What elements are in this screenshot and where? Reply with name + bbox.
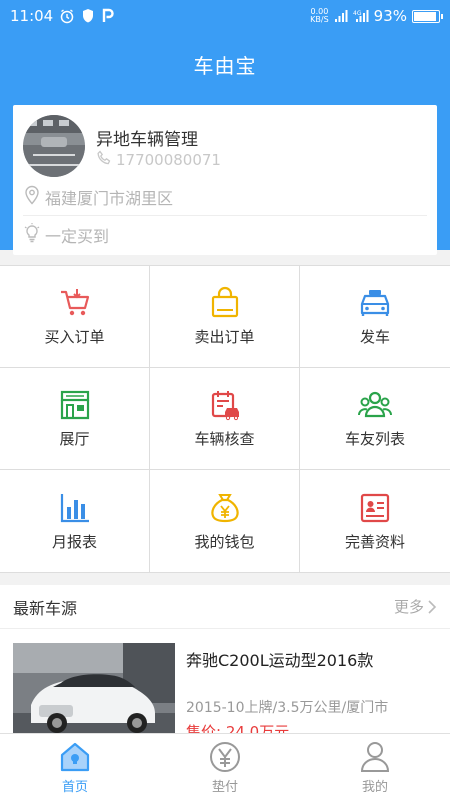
svg-text:4G: 4G xyxy=(353,10,362,17)
netspeed: 0.00 KB/S xyxy=(310,7,329,24)
bar-chart-icon xyxy=(60,493,89,522)
avatar[interactable] xyxy=(23,115,85,177)
tab-home[interactable]: 首页 xyxy=(0,734,150,800)
signal-4g-icon: 4G xyxy=(353,9,369,23)
section-title: 最新车源 xyxy=(13,598,78,618)
tab-label: 首页 xyxy=(61,779,88,795)
money-bag-icon xyxy=(210,493,239,522)
user-icon xyxy=(360,741,390,772)
people-icon xyxy=(358,391,392,418)
more-link[interactable]: 更多 xyxy=(394,596,437,617)
home-icon xyxy=(60,742,90,771)
status-time: 11:04 xyxy=(10,7,54,25)
grid-item-friends-list[interactable]: 车友列表 xyxy=(300,368,450,470)
grid-item-wallet[interactable]: 我的钱包 xyxy=(150,470,300,573)
grid-item-label: 卖出订单 xyxy=(194,328,255,346)
divider xyxy=(23,215,427,216)
grid-item-showroom[interactable]: 展厅 xyxy=(0,368,150,470)
alarm-icon xyxy=(59,8,75,24)
location-row: 福建厦门市湖里区 xyxy=(23,185,173,209)
slogan-row: 一定买到 xyxy=(23,223,109,247)
car-title: 奔驰C200L运动型2016款 xyxy=(186,651,374,670)
car-price: 售价: 24.0万元 xyxy=(186,723,290,733)
profile-card[interactable]: 异地车辆管理 17700080071 福建厦门市湖里区 一定买到 xyxy=(13,105,437,255)
phone-icon xyxy=(96,150,112,170)
car-meta: 2015-10上牌/3.5万公里/厦门市 xyxy=(186,700,389,716)
grid-item-complete-profile[interactable]: 完善资料 xyxy=(300,470,450,573)
location-pin-icon xyxy=(23,185,41,209)
slogan-text: 一定买到 xyxy=(45,227,110,246)
grid-item-buy-orders[interactable]: 买入订单 xyxy=(0,266,150,368)
signal-icon xyxy=(334,9,348,23)
storefront-icon xyxy=(60,390,89,420)
grid-item-label: 完善资料 xyxy=(344,532,405,551)
phone-number: 17700080071 xyxy=(116,151,221,169)
grid-item-label: 月报表 xyxy=(51,532,97,551)
grid-item-monthly-report[interactable]: 月报表 xyxy=(0,470,150,573)
battery-percent: 93% xyxy=(373,7,407,25)
grid-item-label: 展厅 xyxy=(59,430,90,448)
status-bar: 11:04 0.00 KB/S 4G 93% xyxy=(0,0,450,32)
grid-item-dispatch[interactable]: 发车 xyxy=(300,266,450,368)
tab-label: 垫付 xyxy=(211,779,238,795)
grid-item-vehicle-check[interactable]: 车辆核查 xyxy=(150,368,300,470)
bottom-tab-bar: 首页 垫付 我的 xyxy=(0,733,450,800)
grid-item-label: 发车 xyxy=(359,328,390,346)
car-list-item[interactable]: 奔驰C200L运动型2016款 2015-10上牌/3.5万公里/厦门市 售价:… xyxy=(0,629,450,733)
location-text: 福建厦门市湖里区 xyxy=(45,189,174,208)
battery-icon xyxy=(412,9,443,23)
yen-circle-icon xyxy=(210,741,240,772)
chevron-right-icon xyxy=(428,599,437,614)
grid-item-label: 车友列表 xyxy=(344,430,405,448)
cart-icon xyxy=(60,289,89,316)
p-app-icon xyxy=(101,8,115,24)
car-front-icon xyxy=(360,290,390,316)
lightbulb-icon xyxy=(23,223,41,247)
calendar-car-icon xyxy=(211,391,239,421)
shopping-bag-icon xyxy=(211,286,238,318)
feature-grid: 买入订单 卖出订单 发车 展厅 车辆核查 车友列表 月报表 我的钱包 完善资料 xyxy=(0,265,450,573)
grid-item-sell-orders[interactable]: 卖出订单 xyxy=(150,266,300,368)
tab-label: 我的 xyxy=(361,779,388,795)
shield-icon xyxy=(81,8,95,24)
phone-row[interactable]: 17700080071 xyxy=(96,150,221,170)
page-title: 车由宝 xyxy=(193,54,257,78)
grid-item-label: 车辆核查 xyxy=(194,430,255,448)
id-card-icon xyxy=(360,493,390,522)
latest-cars-header: 最新车源 更多 xyxy=(0,585,450,629)
more-label: 更多 xyxy=(393,598,424,616)
company-name: 异地车辆管理 xyxy=(96,130,198,150)
grid-item-label: 买入订单 xyxy=(44,328,105,346)
grid-item-label: 我的钱包 xyxy=(194,532,255,551)
tab-advance-pay[interactable]: 垫付 xyxy=(150,734,300,800)
car-photo xyxy=(13,643,175,733)
tab-mine[interactable]: 我的 xyxy=(300,734,450,800)
